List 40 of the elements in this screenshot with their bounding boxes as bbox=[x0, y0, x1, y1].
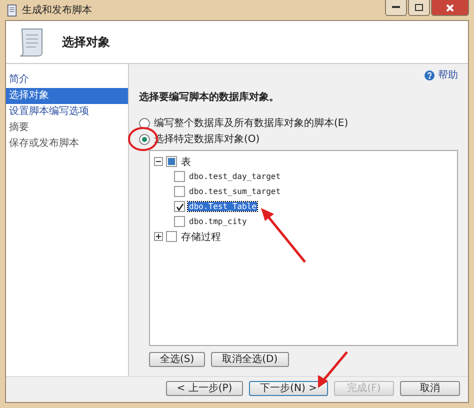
collapse-icon[interactable] bbox=[154, 157, 163, 166]
sidebar-item[interactable]: 选择对象 bbox=[6, 88, 128, 104]
tree-node[interactable]: dbo.tmp_city bbox=[188, 217, 248, 226]
checkbox[interactable] bbox=[174, 201, 185, 212]
maximize-button[interactable] bbox=[408, 0, 430, 16]
help-icon bbox=[424, 70, 435, 80]
sidebar-item[interactable]: 简介 bbox=[6, 72, 128, 88]
expand-icon[interactable] bbox=[154, 232, 163, 241]
select-button[interactable]: 取消全选(D) bbox=[211, 352, 289, 367]
checkbox[interactable] bbox=[174, 186, 185, 197]
help-link[interactable]: 帮助 bbox=[424, 68, 458, 82]
wizard-button[interactable]: 下一步(N) > bbox=[249, 381, 328, 396]
scroll-icon bbox=[5, 4, 18, 16]
radio-option[interactable]: 编写整个数据库及所有数据库对象的脚本(E) bbox=[139, 116, 458, 130]
checkbox[interactable] bbox=[166, 156, 177, 167]
sidebar-item[interactable]: 设置脚本编写选项 bbox=[6, 104, 128, 120]
radio-button[interactable] bbox=[139, 118, 150, 128]
minimize-button[interactable] bbox=[385, 0, 407, 16]
annotation-arrow bbox=[318, 351, 348, 388]
option-label: 编写整个数据库及所有数据库对象的脚本(E) bbox=[154, 116, 348, 130]
select-button[interactable]: 全选(S) bbox=[149, 352, 206, 367]
tree-node[interactable]: dbo.test_sum_target bbox=[188, 187, 282, 196]
wizard-button[interactable]: 取消 bbox=[400, 381, 460, 396]
tree-node[interactable]: dbo.Test_Table bbox=[188, 202, 258, 211]
page-title: 选择对象 bbox=[62, 34, 110, 50]
checkbox[interactable] bbox=[174, 171, 185, 182]
close-button[interactable] bbox=[431, 0, 469, 16]
maximize-icon bbox=[415, 4, 423, 11]
checkbox[interactable] bbox=[174, 216, 185, 227]
close-icon bbox=[446, 4, 454, 12]
radio-button[interactable] bbox=[139, 134, 150, 144]
prompt-text: 选择要编写脚本的数据库对象。 bbox=[139, 90, 280, 104]
tree-node[interactable]: dbo.test_day_target bbox=[188, 172, 282, 181]
tree-node[interactable]: 表 bbox=[180, 154, 192, 168]
wizard-button[interactable]: < 上一步(P) bbox=[166, 381, 244, 396]
checkbox[interactable] bbox=[166, 231, 177, 242]
minimize-icon bbox=[392, 6, 400, 9]
window-title: 生成和发布脚本 bbox=[22, 4, 93, 17]
annotation-arrow bbox=[261, 208, 306, 263]
tree-node[interactable]: 存储过程 bbox=[180, 230, 222, 244]
